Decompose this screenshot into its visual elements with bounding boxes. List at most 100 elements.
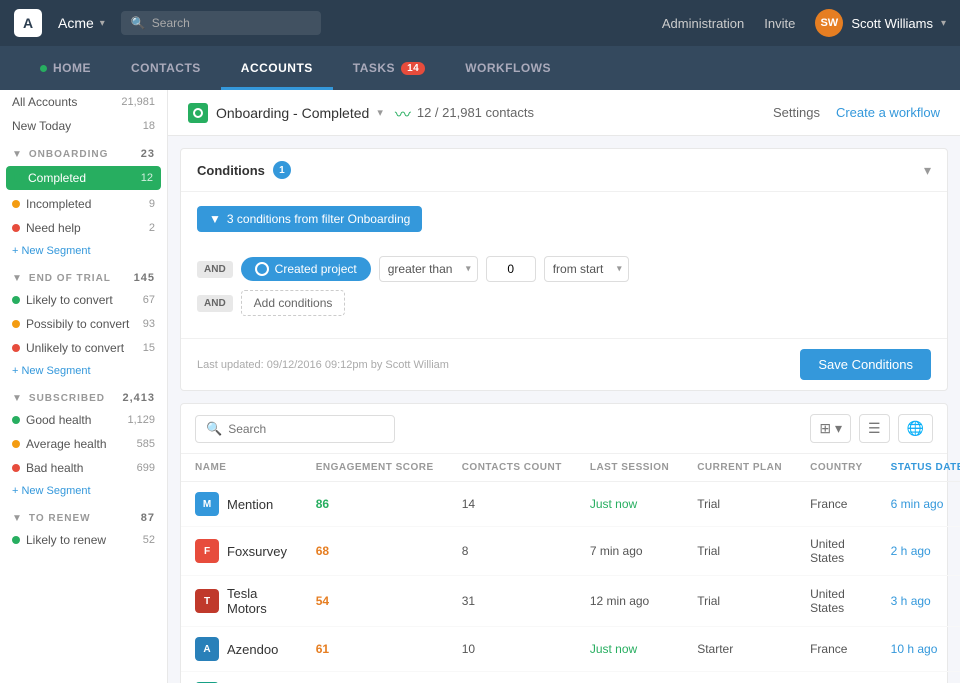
filter-icon-tag: ▼ (209, 212, 221, 226)
nav-home[interactable]: HOME (20, 46, 111, 90)
sidebar-likely-renew[interactable]: Likely to renew 52 (0, 528, 167, 552)
cell-name: A Azendoo (181, 627, 302, 672)
header-left: Onboarding - Completed ▾ (188, 103, 383, 123)
cell-score: 68 (302, 527, 448, 576)
company-name[interactable]: Mention (227, 497, 273, 512)
filter-icon-2: ▼ (12, 273, 23, 284)
nav-workflows[interactable]: WORKFLOWS (445, 46, 571, 90)
last-updated: Last updated: 09/12/2016 09:12pm by Scot… (197, 359, 449, 371)
cell-name: M Mention (181, 482, 302, 527)
segment-dropdown-icon[interactable]: ▾ (377, 106, 383, 119)
search-icon: 🔍 (131, 16, 146, 30)
company-name[interactable]: Tesla Motors (227, 586, 288, 616)
cell-country: France (796, 627, 877, 672)
settings-link[interactable]: Settings (773, 105, 820, 120)
condition-pill[interactable]: Created project (241, 257, 371, 281)
sidebar-unlikely-convert[interactable]: Unlikely to convert 15 (0, 336, 167, 360)
value-input[interactable] (486, 256, 536, 282)
top-nav: A Acme ▾ 🔍 Search Administration Invite … (0, 0, 960, 46)
sidebar-average-health[interactable]: Average health 585 (0, 432, 167, 456)
add-conditions-button[interactable]: Add conditions (241, 290, 346, 316)
table-row[interactable]: F Foxsurvey 68 8 7 min ago Trial United … (181, 527, 960, 576)
save-conditions-button[interactable]: Save Conditions (800, 349, 931, 380)
from-select[interactable]: from start from end (544, 256, 629, 282)
operator-select-wrapper: greater than less than equals (379, 256, 478, 282)
sidebar-all-accounts[interactable]: All Accounts 21,981 (0, 90, 167, 114)
conditions-body: ▼ 3 conditions from filter Onboarding ? … (181, 192, 947, 338)
cell-name: F Foxsurvey (181, 527, 302, 576)
company-name[interactable]: Azendoo (227, 642, 278, 657)
nav-accounts[interactable]: ACCOUNTS (221, 46, 333, 90)
table-row[interactable]: A Azendoo 61 10 Just now Starter France … (181, 627, 960, 672)
brand-name[interactable]: Acme ▾ (58, 15, 105, 31)
sidebar-likely-convert[interactable]: Likely to convert 67 (0, 288, 167, 312)
sidebar-possibly-convert[interactable]: Possibily to convert 93 (0, 312, 167, 336)
main-header: Onboarding - Completed ▾ 〰 12 / 21,981 c… (168, 90, 960, 136)
pill-circle-icon (255, 262, 269, 276)
conditions-panel: Conditions 1 ▾ ▼ 3 conditions from filte… (180, 148, 948, 391)
conditions-footer: Last updated: 09/12/2016 09:12pm by Scot… (181, 338, 947, 390)
cell-name: T Tesla Motors (181, 576, 302, 627)
filter-icon-4: ▼ (12, 513, 23, 524)
col-last-session: LAST SESSION (576, 454, 683, 482)
user-menu[interactable]: SW Scott Williams ▾ (815, 9, 946, 37)
segment-title: Onboarding - Completed (216, 105, 369, 121)
invite-link[interactable]: Invite (764, 16, 795, 31)
filter-icon-3: ▼ (12, 393, 23, 404)
sidebar: All Accounts 21,981 New Today 18 ▼ ONBOA… (0, 90, 168, 683)
app-logo[interactable]: A (14, 9, 42, 37)
sidebar-good-health[interactable]: Good health 1,129 (0, 408, 167, 432)
cell-plan: Trial (683, 672, 796, 683)
admin-link[interactable]: Administration (662, 16, 744, 31)
user-chevron-icon: ▾ (941, 18, 946, 29)
search-icon-table: 🔍 (206, 421, 222, 437)
sidebar-bad-health[interactable]: Bad health 699 (0, 456, 167, 480)
table-row[interactable]: M Mention 86 14 Just now Trial France 6 … (181, 482, 960, 527)
filter-icon: ▼ (12, 149, 23, 160)
table-row[interactable]: S Stackline 79 7 9 h ago Trial Sweden 11… (181, 672, 960, 683)
sidebar-incompleted[interactable]: Incompleted 9 (0, 192, 167, 216)
cell-plan: Trial (683, 482, 796, 527)
cell-score: 86 (302, 482, 448, 527)
cell-contacts: 7 (448, 672, 576, 683)
cell-score: 61 (302, 627, 448, 672)
section-end-of-trial: ▼ END OF TRIAL 145 (0, 262, 167, 288)
condition-row-2: AND Add conditions (197, 290, 931, 316)
cell-session: 9 h ago (576, 672, 683, 683)
new-segment-onboarding[interactable]: + New Segment (0, 240, 167, 262)
new-segment-trial[interactable]: + New Segment (0, 360, 167, 382)
col-status-date[interactable]: STATUS DATE (877, 454, 960, 482)
columns-button[interactable]: ⊞ ▾ (810, 414, 851, 443)
sidebar-completed[interactable]: Completed 12 (6, 166, 161, 190)
cell-contacts: 31 (448, 576, 576, 627)
cell-date: 2 h ago (877, 527, 960, 576)
cell-plan: Trial (683, 576, 796, 627)
filter-help-button[interactable]: ? (430, 216, 448, 234)
main-layout: All Accounts 21,981 New Today 18 ▼ ONBOA… (0, 90, 960, 683)
cell-score: 79 (302, 672, 448, 683)
table-toolbar: 🔍 ⊞ ▾ ☰ 🌐 (181, 404, 947, 454)
nav-tasks[interactable]: TASKS 14 (333, 46, 445, 90)
globe-button[interactable]: 🌐 (898, 414, 933, 443)
operator-select[interactable]: greater than less than equals (379, 256, 478, 282)
cell-session: Just now (576, 482, 683, 527)
create-workflow-link[interactable]: Create a workflow (836, 105, 940, 120)
cell-country: United States (796, 576, 877, 627)
company-logo: F (195, 539, 219, 563)
segment-stats: 〰 12 / 21,981 contacts (395, 101, 534, 125)
company-name[interactable]: Foxsurvey (227, 544, 287, 559)
nav-contacts[interactable]: CONTACTS (111, 46, 221, 90)
table-row[interactable]: T Tesla Motors 54 31 12 min ago Trial Un… (181, 576, 960, 627)
global-search[interactable]: 🔍 Search (121, 11, 321, 35)
sidebar-need-help[interactable]: Need help 2 (0, 216, 167, 240)
and-badge: AND (197, 261, 233, 278)
company-logo: M (195, 492, 219, 516)
table-search[interactable]: 🔍 (195, 415, 395, 443)
new-segment-subscribed[interactable]: + New Segment (0, 480, 167, 502)
table-search-input[interactable] (228, 422, 384, 436)
list-view-button[interactable]: ☰ (859, 414, 890, 443)
sidebar-new-today[interactable]: New Today 18 (0, 114, 167, 138)
section-to-renew: ▼ TO RENEW 87 (0, 502, 167, 528)
section-onboarding: ▼ ONBOARDING 23 (0, 138, 167, 164)
conditions-expand-icon[interactable]: ▾ (924, 162, 931, 179)
